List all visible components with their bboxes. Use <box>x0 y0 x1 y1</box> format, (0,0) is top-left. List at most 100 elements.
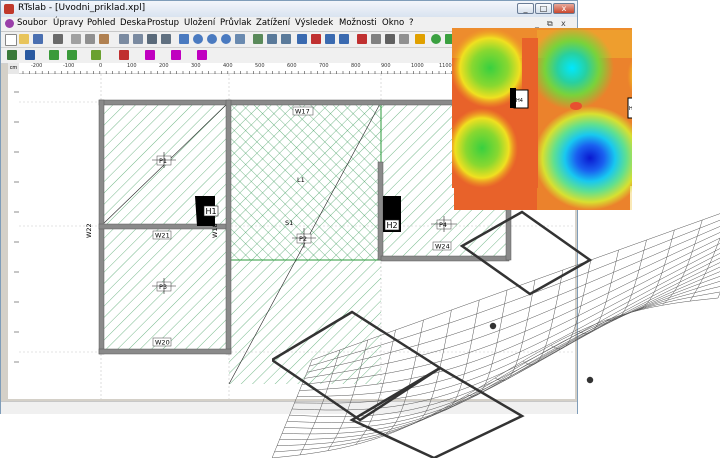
ruler-label: -100 <box>63 63 75 69</box>
slab-label-p3: P3 <box>159 283 167 291</box>
menu-help[interactable]: ? <box>409 18 414 28</box>
maximize-button[interactable]: □ <box>535 3 552 14</box>
column-tool-icon[interactable] <box>325 34 335 44</box>
ruler-label: 600 <box>287 63 297 69</box>
open-folder-icon[interactable] <box>19 34 29 44</box>
menu-pruvlak[interactable]: Průvlak <box>220 18 251 28</box>
point-load-icon[interactable] <box>119 50 129 60</box>
ruler-label: 200 <box>159 63 169 69</box>
minimize-button[interactable]: _ <box>517 3 534 14</box>
document-icon[interactable] <box>5 19 14 28</box>
zoom-icon[interactable] <box>193 34 203 44</box>
menu-deska[interactable]: Deska <box>120 18 146 28</box>
menu-moznosti[interactable]: Možnosti <box>339 18 377 28</box>
wall-label-w17: W17 <box>295 108 310 116</box>
zoom-in-icon[interactable] <box>207 34 217 44</box>
line-support-icon[interactable] <box>49 50 59 60</box>
beam-tool-icon[interactable] <box>339 34 349 44</box>
mesh-tool-icon[interactable] <box>371 34 381 44</box>
wall-label-w21: W21 <box>155 232 170 240</box>
pointer-icon[interactable] <box>147 34 157 44</box>
ruler-label: 1000 <box>411 63 424 69</box>
ruler-label: 500 <box>255 63 265 69</box>
point-support-icon[interactable] <box>67 50 77 60</box>
select-mode-icon[interactable] <box>7 50 17 60</box>
close-button[interactable]: x <box>553 3 575 14</box>
hole-tool-icon[interactable] <box>91 50 101 60</box>
mesh-line <box>467 289 508 397</box>
menu-prostup[interactable]: Prostup <box>147 18 179 28</box>
mesh-line <box>272 297 719 458</box>
pan-icon[interactable] <box>235 34 245 44</box>
menu-pohled[interactable]: Pohled <box>87 18 115 28</box>
menu-soubor[interactable]: Soubor <box>17 18 47 28</box>
deformation-mesh-3d <box>272 210 720 458</box>
windows-icon[interactable] <box>297 34 307 44</box>
ruler-label: 100 <box>127 63 137 69</box>
window-title: RTslab - [Uvodni_priklad.xpl] <box>18 3 146 13</box>
wall-w18[interactable] <box>225 99 232 355</box>
mdi-minimize-button[interactable]: _ <box>535 19 539 28</box>
mesh-line <box>276 286 720 447</box>
undo-icon[interactable] <box>119 34 129 44</box>
menu-upravy[interactable]: Úpravy <box>53 18 83 28</box>
paste-icon[interactable] <box>99 34 109 44</box>
menu-ulozeni[interactable]: Uložení <box>184 18 215 28</box>
print-icon[interactable] <box>53 34 63 44</box>
heatmap-label-h5: H5 <box>629 106 632 112</box>
ruler-label: 0 <box>99 63 103 69</box>
ruler-label: 1100 <box>439 63 452 69</box>
slab-label-p1: P1 <box>159 157 167 165</box>
mesh-line <box>355 329 396 445</box>
line-load-icon[interactable] <box>171 50 181 60</box>
support-point <box>489 322 497 330</box>
support-label-h1: H1 <box>206 207 217 216</box>
mesh-line <box>291 257 720 411</box>
app-logo-icon <box>4 4 14 14</box>
ruler-corner: cm <box>8 63 19 74</box>
snap-icon[interactable] <box>267 34 277 44</box>
cut-icon[interactable] <box>71 34 81 44</box>
title-bar: RTslab - [Uvodni_priklad.xpl] _ □ x <box>1 1 577 18</box>
zoom-extents-icon[interactable] <box>179 34 189 44</box>
calculator-icon[interactable] <box>161 34 171 44</box>
mesh-line <box>299 243 720 391</box>
mdi-close-button[interactable]: x <box>561 19 566 28</box>
arrow-tool-icon[interactable] <box>399 34 409 44</box>
mesh-line <box>309 219 720 367</box>
layers-icon[interactable] <box>281 34 291 44</box>
wall-tool-icon[interactable] <box>311 34 321 44</box>
ruler-label: 900 <box>381 63 391 69</box>
load-tool-icon[interactable] <box>357 34 367 44</box>
copy-icon[interactable] <box>85 34 95 44</box>
ruler-label: 300 <box>191 63 201 69</box>
slab-panel-outline <box>272 310 443 422</box>
mesh-line <box>311 213 720 361</box>
heatmap-label-h4: H4 <box>516 98 523 104</box>
mesh-line <box>286 266 720 423</box>
help-icon[interactable] <box>431 34 441 44</box>
slab-label-l1: L1 <box>297 176 305 184</box>
heatmap-field <box>530 28 614 110</box>
settings-icon[interactable] <box>415 34 425 44</box>
wall-label-w18: W18 <box>211 223 219 238</box>
save-icon[interactable] <box>33 34 43 44</box>
zoom-out-icon[interactable] <box>221 34 231 44</box>
results-tool-icon[interactable] <box>385 34 395 44</box>
wall-w17[interactable] <box>98 99 510 106</box>
heatmap-wall-band <box>522 38 538 188</box>
slab-tool-icon[interactable] <box>25 50 35 60</box>
new-file-icon[interactable] <box>5 34 17 46</box>
redo-icon[interactable] <box>133 34 143 44</box>
mesh-line <box>306 226 720 373</box>
heatmap-hotspot <box>570 102 582 110</box>
load-case-icon[interactable] <box>197 50 207 60</box>
menu-okno[interactable]: Okno <box>382 18 404 28</box>
area-load-icon[interactable] <box>145 50 155 60</box>
slab-panel-outline <box>459 210 593 296</box>
menu-zatizeni[interactable]: Zatížení <box>256 18 290 28</box>
menu-vysledek[interactable]: Výsledek <box>295 18 333 28</box>
wall-w20[interactable] <box>98 348 232 355</box>
grid-icon[interactable] <box>253 34 263 44</box>
ruler-label: -200 <box>31 63 43 69</box>
